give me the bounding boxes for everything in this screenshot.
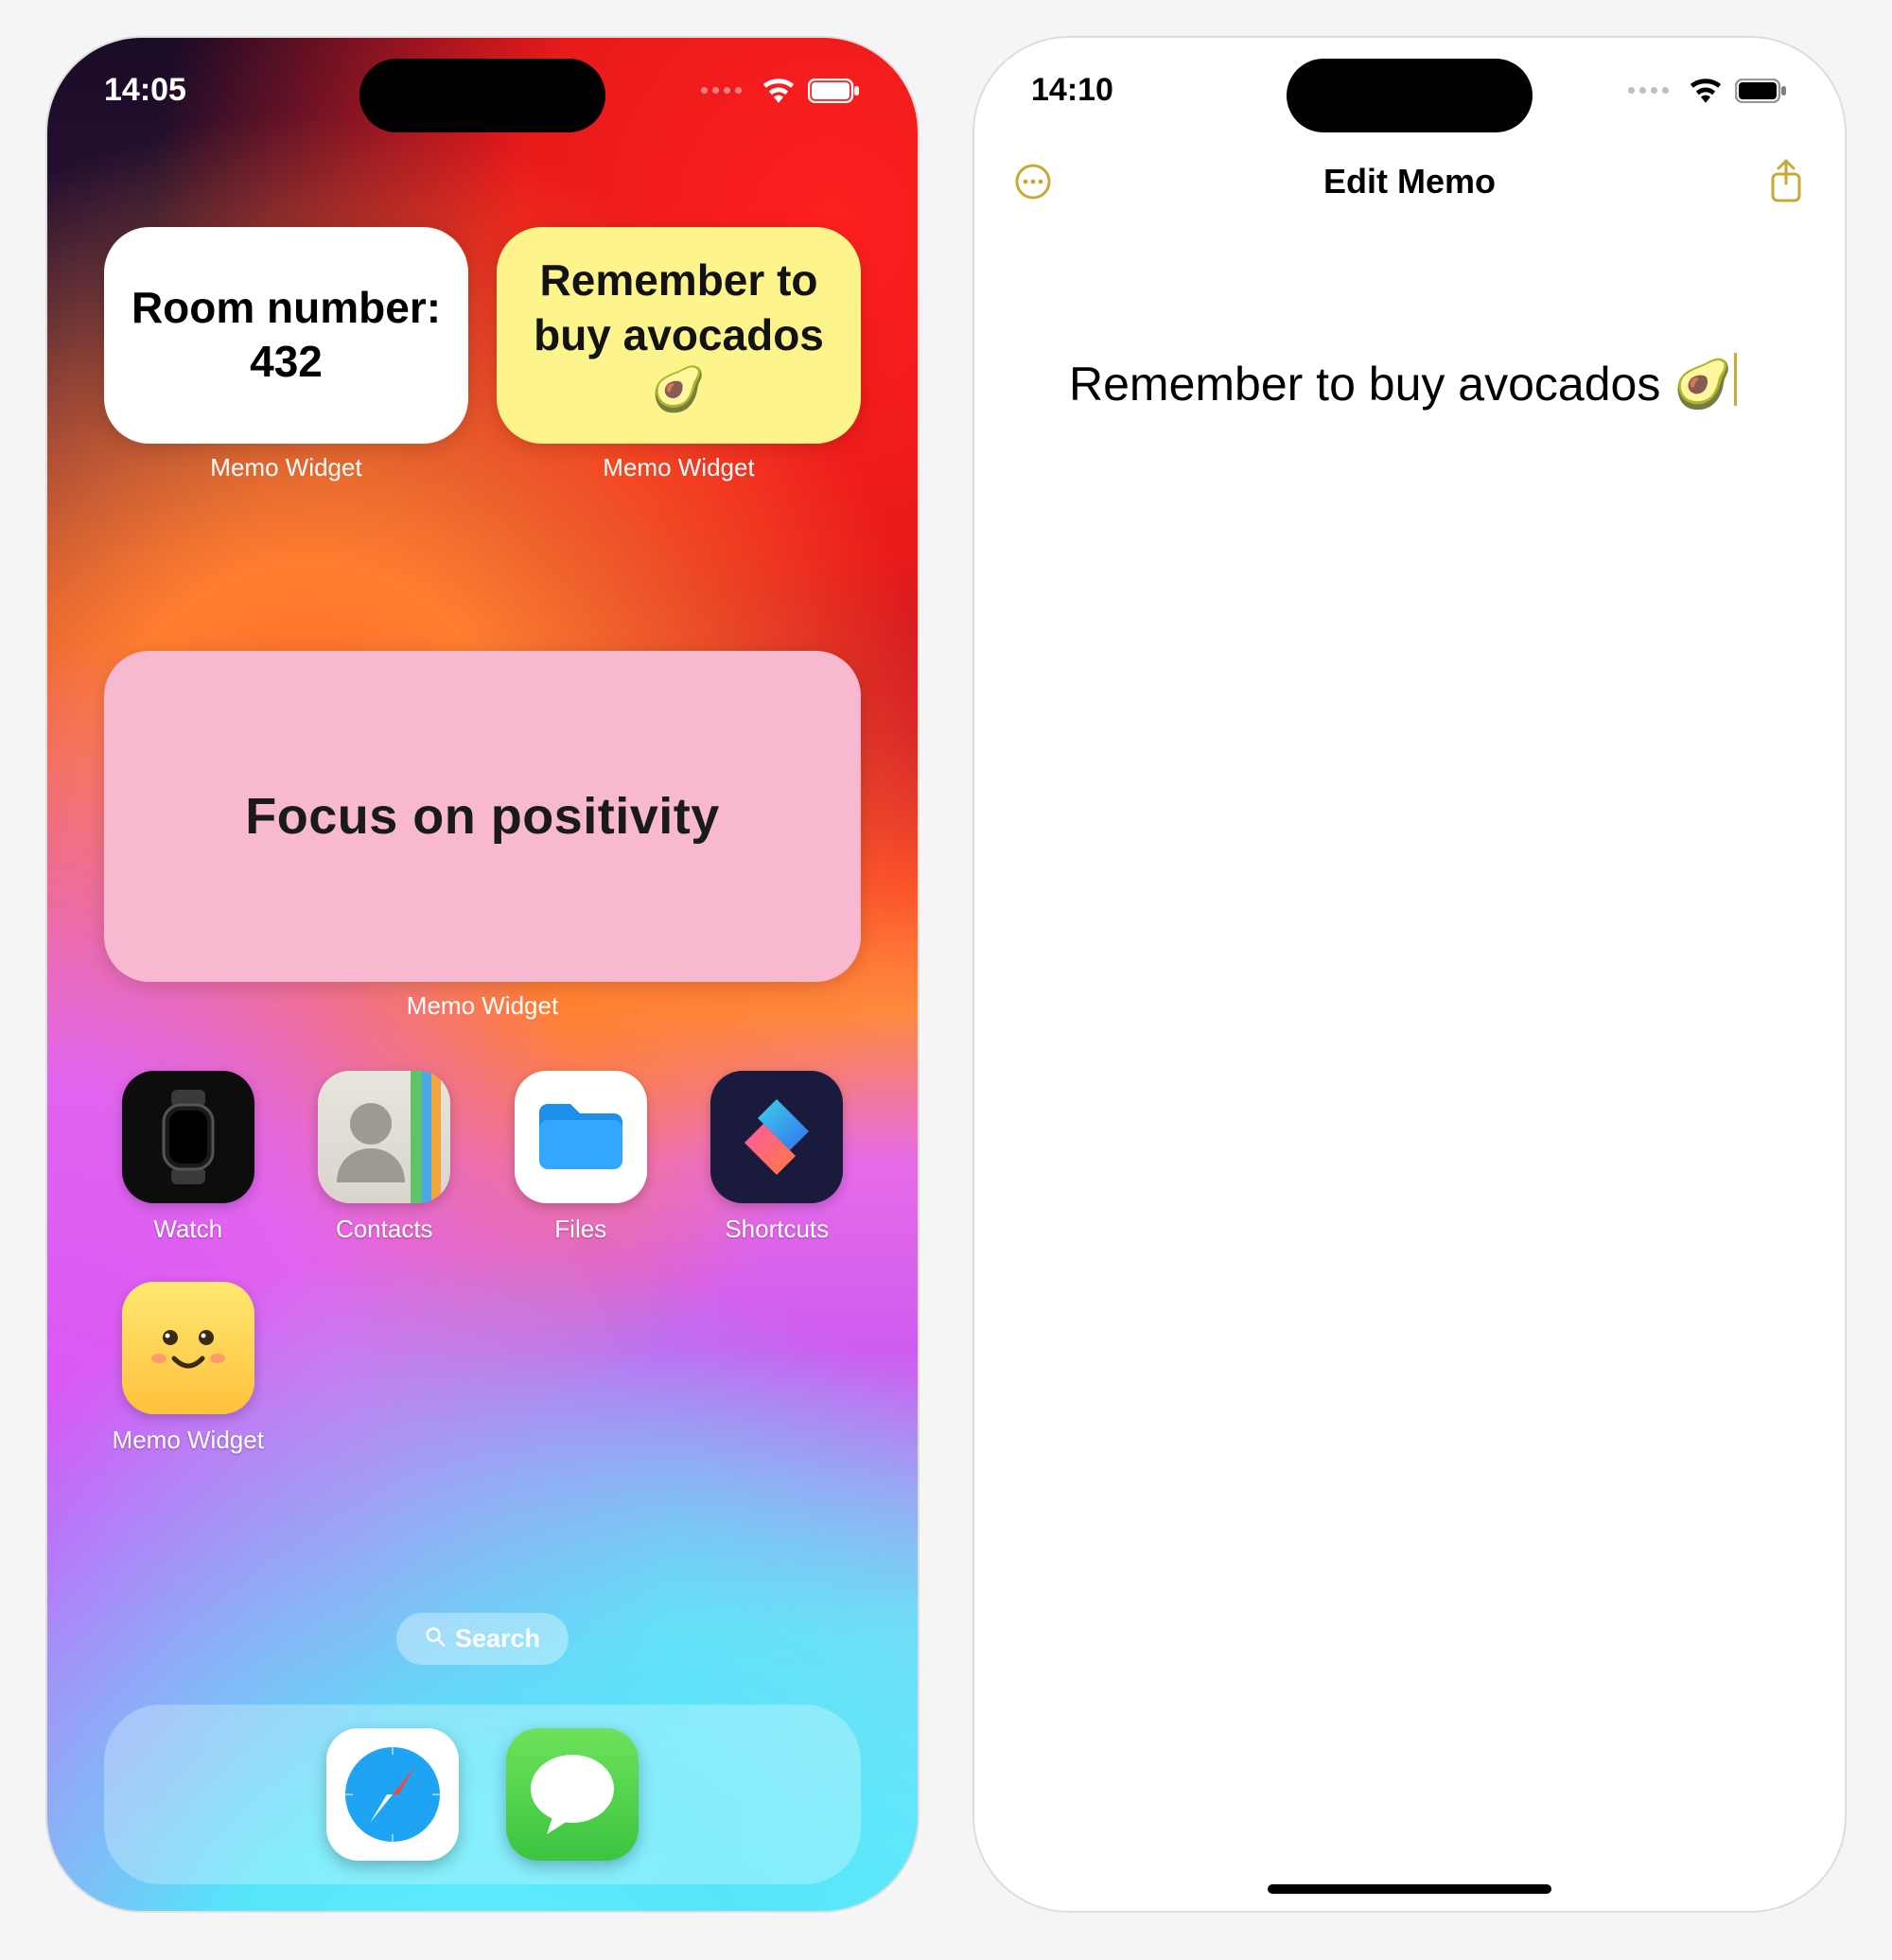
home-indicator[interactable] <box>1268 1884 1551 1894</box>
nav-title: Edit Memo <box>1323 162 1496 201</box>
spotlight-search[interactable]: Search <box>396 1613 569 1665</box>
app-safari[interactable] <box>326 1728 459 1861</box>
battery-icon <box>1735 79 1788 103</box>
widget-label: Memo Widget <box>497 453 861 482</box>
page-dots-icon <box>701 87 742 94</box>
app-messages[interactable] <box>506 1728 639 1861</box>
battery-icon <box>808 79 861 103</box>
status-time: 14:10 <box>1031 72 1113 109</box>
memo-widget-avocados[interactable]: Remember to buy avocados 🥑 <box>497 227 861 444</box>
app-grid: Watch Contacts Files Shortcuts Memo Widg… <box>104 1071 861 1455</box>
wifi-icon <box>762 79 795 103</box>
shortcuts-icon <box>710 1071 843 1203</box>
app-files[interactable]: Files <box>497 1071 665 1244</box>
watch-icon <box>122 1071 254 1203</box>
memo-widget-room[interactable]: Room number: 432 <box>104 227 468 444</box>
memo-text-content: Remember to buy avocados 🥑 <box>1069 358 1732 411</box>
dynamic-island <box>359 59 605 132</box>
memo-widget-text: Remember to buy avocados 🥑 <box>523 254 834 417</box>
app-contacts[interactable]: Contacts <box>301 1071 469 1244</box>
app-label: Files <box>554 1215 606 1244</box>
app-label: Shortcuts <box>725 1215 829 1244</box>
edit-memo-screen: 14:10 Edit Memo Remember to buy avocados… <box>974 38 1845 1911</box>
widget-label: Memo Widget <box>104 453 468 482</box>
nav-bar: Edit Memo <box>974 161 1845 202</box>
memo-text-input[interactable]: Remember to buy avocados 🥑 <box>1069 350 1750 419</box>
search-icon <box>425 1624 446 1654</box>
app-label: Contacts <box>336 1215 433 1244</box>
app-shortcuts[interactable]: Shortcuts <box>693 1071 862 1244</box>
files-icon <box>515 1071 647 1203</box>
widget-label: Memo Widget <box>104 991 861 1021</box>
memo-widget-text: Room number: 432 <box>131 281 442 390</box>
memo-widget-text: Focus on positivity <box>245 787 720 846</box>
app-memo-widget[interactable]: Memo Widget <box>104 1282 272 1455</box>
app-watch[interactable]: Watch <box>104 1071 272 1244</box>
more-options-button[interactable] <box>1012 161 1054 202</box>
home-screen: 14:05 Room number: 432 Memo Widget Remem… <box>47 38 918 1911</box>
search-label: Search <box>455 1624 540 1654</box>
contacts-icon <box>318 1071 450 1203</box>
app-label: Watch <box>153 1215 222 1244</box>
dock <box>104 1705 861 1884</box>
share-button[interactable] <box>1765 161 1807 202</box>
page-dots-icon <box>1628 87 1669 94</box>
wifi-icon <box>1690 79 1722 103</box>
dynamic-island <box>1287 59 1533 132</box>
status-time: 14:05 <box>104 72 186 109</box>
memo-widget-app-icon <box>122 1282 254 1414</box>
app-label: Memo Widget <box>113 1426 264 1455</box>
memo-widget-positivity[interactable]: Focus on positivity <box>104 651 861 982</box>
text-cursor <box>1734 353 1737 406</box>
